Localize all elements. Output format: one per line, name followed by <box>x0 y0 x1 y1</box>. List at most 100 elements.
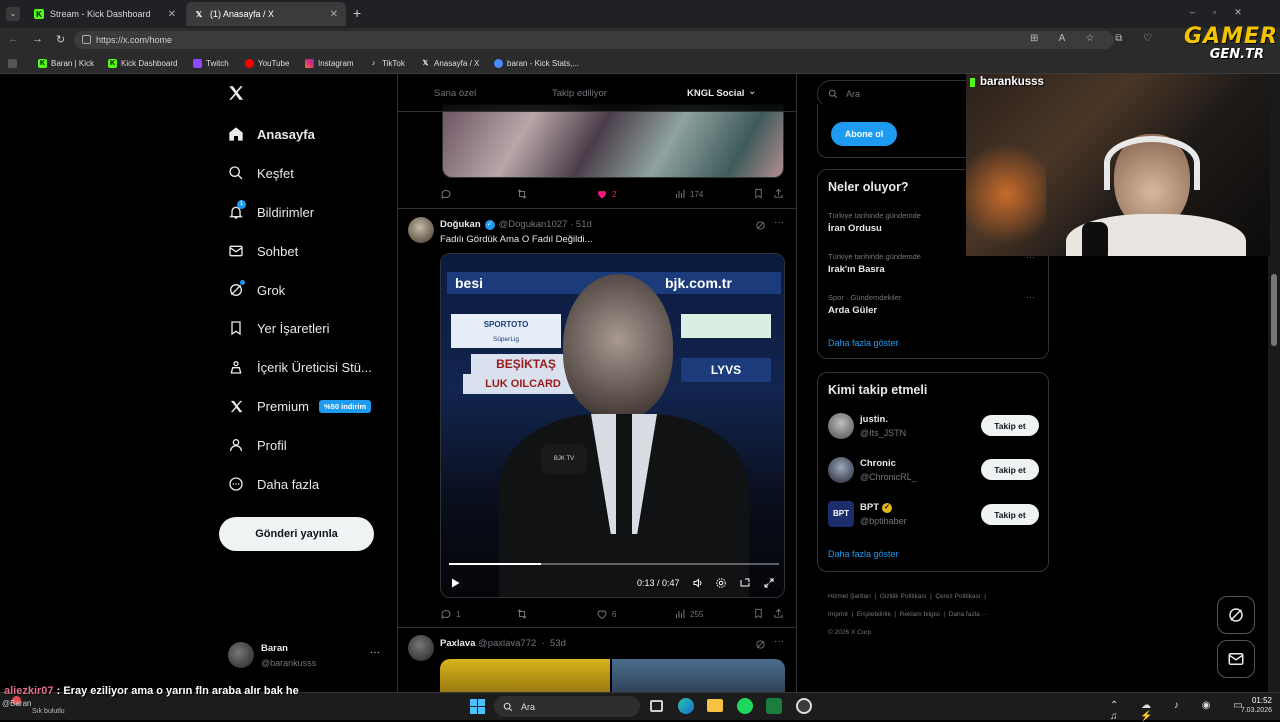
forward-icon[interactable]: → <box>32 33 43 45</box>
tab-actions-icon[interactable]: ⌄ <box>6 7 20 21</box>
sidebar-item-explore[interactable]: Keşfet <box>228 162 294 184</box>
weather-widget[interactable]: @Baran Sık bulutlu <box>2 696 112 718</box>
refresh-icon[interactable]: ↻ <box>56 33 65 46</box>
play-icon[interactable] <box>449 576 461 594</box>
sidebar-item-messages[interactable]: Sohbet <box>228 240 298 262</box>
avatar[interactable] <box>408 217 434 243</box>
x-logo-icon[interactable] <box>227 84 245 107</box>
settings-icon[interactable] <box>715 576 727 594</box>
obs-icon[interactable] <box>796 698 812 714</box>
bookmark-kick-stats[interactable]: baran - Kick Stats,... <box>494 56 579 70</box>
fullscreen-icon[interactable] <box>763 576 775 594</box>
creator-icon <box>228 359 244 375</box>
clock[interactable]: 01:52 7.03.2026 <box>1228 696 1272 714</box>
edge-icon[interactable] <box>678 698 694 714</box>
share-button[interactable] <box>773 608 788 619</box>
tab-for-you[interactable]: Sana özel <box>434 88 476 99</box>
account-more-icon[interactable]: ··· <box>370 647 380 658</box>
tweet-divider <box>398 208 796 209</box>
task-view-icon[interactable] <box>650 700 663 712</box>
back-icon[interactable]: ← <box>8 33 19 45</box>
bookmark-tiktok[interactable]: ♪ TikTok <box>369 56 405 70</box>
notification-badge: 1 <box>237 200 246 209</box>
retweet-button[interactable] <box>516 608 532 620</box>
webcam-microphone <box>1082 222 1108 256</box>
bookmark-kick-dashboard[interactable]: K Kick Dashboard <box>108 56 177 70</box>
share-button[interactable] <box>773 188 788 199</box>
browser-tab-x-home[interactable]: 𝕏 (1) Anasayfa / X ✕ <box>186 2 346 26</box>
bookmark-instagram[interactable]: Instagram <box>305 56 354 70</box>
video-frame: besi bjk.com.tr SPORTOTO SüperLig BEŞİKTA… <box>441 254 784 597</box>
tweet-more-icon[interactable]: ··· <box>774 217 784 228</box>
trend-item[interactable]: Spor · Gündemdekiler Arda Güler <box>828 293 1038 316</box>
bookmark-baran-kick[interactable]: K Baran | Kick <box>38 56 94 70</box>
feed-tabs-header: Sana özel Takip ediliyor KNGL Social ⌄ <box>398 74 796 112</box>
video-person-head <box>563 274 673 419</box>
grok-explain-icon[interactable] <box>755 218 766 236</box>
like-button[interactable]: 2 <box>596 188 616 200</box>
grok-explain-icon[interactable] <box>755 637 766 655</box>
bookmark-button[interactable] <box>753 608 768 619</box>
grok-icon <box>1229 608 1243 622</box>
site-info-icon[interactable] <box>82 35 91 44</box>
retweet-button[interactable] <box>516 188 532 200</box>
pip-icon[interactable] <box>739 576 751 594</box>
scrollbar-thumb[interactable] <box>1271 274 1277 346</box>
post-button[interactable]: Gönderi yayınla <box>219 517 374 551</box>
start-icon[interactable] <box>470 699 485 714</box>
tab-kngl-social[interactable]: KNGL Social <box>687 88 744 99</box>
reply-button[interactable] <box>440 188 456 200</box>
follow-button[interactable]: Takip et <box>981 459 1039 480</box>
tweet-media-image[interactable] <box>442 104 784 178</box>
tweet-more-icon[interactable]: ··· <box>774 636 784 647</box>
subscribe-button[interactable]: Abone ol <box>831 122 897 146</box>
reply-button[interactable]: 1 <box>440 608 460 620</box>
bookmark-button[interactable] <box>753 188 768 199</box>
sidebar-item-profile[interactable]: Profil <box>228 434 287 456</box>
account-switcher[interactable]: Baran @barankusss ··· <box>224 638 384 674</box>
kick-icon <box>970 77 975 87</box>
follow-button[interactable]: Takip et <box>981 504 1039 525</box>
mail-icon <box>228 243 244 259</box>
sidebar-item-home[interactable]: Anasayfa <box>228 123 315 145</box>
messages-floating-button[interactable] <box>1217 640 1255 678</box>
volume-icon[interactable] <box>692 576 704 594</box>
close-tab-icon[interactable]: ✕ <box>330 9 338 20</box>
sidebar-item-premium[interactable]: Premium %50 indirim <box>228 395 372 417</box>
bookmark-youtube[interactable]: YouTube <box>245 56 289 70</box>
file-explorer-icon[interactable] <box>707 699 723 712</box>
tweet-media-image[interactable] <box>612 659 785 692</box>
app-icon[interactable] <box>766 698 782 714</box>
tweet-media-image[interactable] <box>440 659 610 692</box>
like-button[interactable]: 6 <box>596 608 616 620</box>
follow-button[interactable]: Takip et <box>981 415 1039 436</box>
tweet-video-player[interactable]: besi bjk.com.tr SPORTOTO SüperLig BEŞİKTA… <box>440 253 785 598</box>
grok-floating-button[interactable] <box>1217 596 1255 634</box>
trend-more-icon[interactable]: ··· <box>1026 292 1035 302</box>
new-tab-icon[interactable]: + <box>353 5 361 21</box>
sidebar-item-creator-studio[interactable]: İçerik Üreticisi Stü... <box>228 356 372 378</box>
who-show-more[interactable]: Daha fazla göster <box>828 549 899 559</box>
bookmarks-toggle-icon[interactable] <box>8 56 21 70</box>
close-tab-icon[interactable]: ✕ <box>168 9 176 20</box>
sidebar-item-bookmarks[interactable]: Yer İşaretleri <box>228 317 330 339</box>
webcam-overlay: barankusss <box>966 74 1270 256</box>
sidebar-item-notifications[interactable]: 1 Bildirimler <box>228 200 314 223</box>
bookmark-twitch[interactable]: Twitch <box>193 56 229 70</box>
video-progress-track[interactable] <box>449 563 779 565</box>
spotify-icon[interactable] <box>737 698 753 714</box>
views-button[interactable]: 255 <box>674 608 703 620</box>
trends-show-more[interactable]: Daha fazla göster <box>828 338 899 348</box>
avatar[interactable] <box>408 635 434 661</box>
sidebar-item-more[interactable]: Daha fazla <box>228 473 319 495</box>
search-icon <box>828 89 838 99</box>
tab-following[interactable]: Takip ediliyor <box>552 88 607 99</box>
bookmark-x[interactable]: 𝕏 Anasayfa / X <box>421 56 480 70</box>
address-bar[interactable]: https://x.com/home <box>74 31 1114 49</box>
browser-tab-kick-dashboard[interactable]: K Stream - Kick Dashboard ✕ <box>26 2 184 26</box>
x-logo-icon <box>228 398 244 414</box>
sidebar-item-grok[interactable]: Grok <box>228 279 285 301</box>
taskbar-search[interactable]: Ara <box>494 696 640 717</box>
views-button[interactable]: 174 <box>674 188 703 200</box>
chevron-down-icon[interactable]: ⌄ <box>748 86 756 97</box>
